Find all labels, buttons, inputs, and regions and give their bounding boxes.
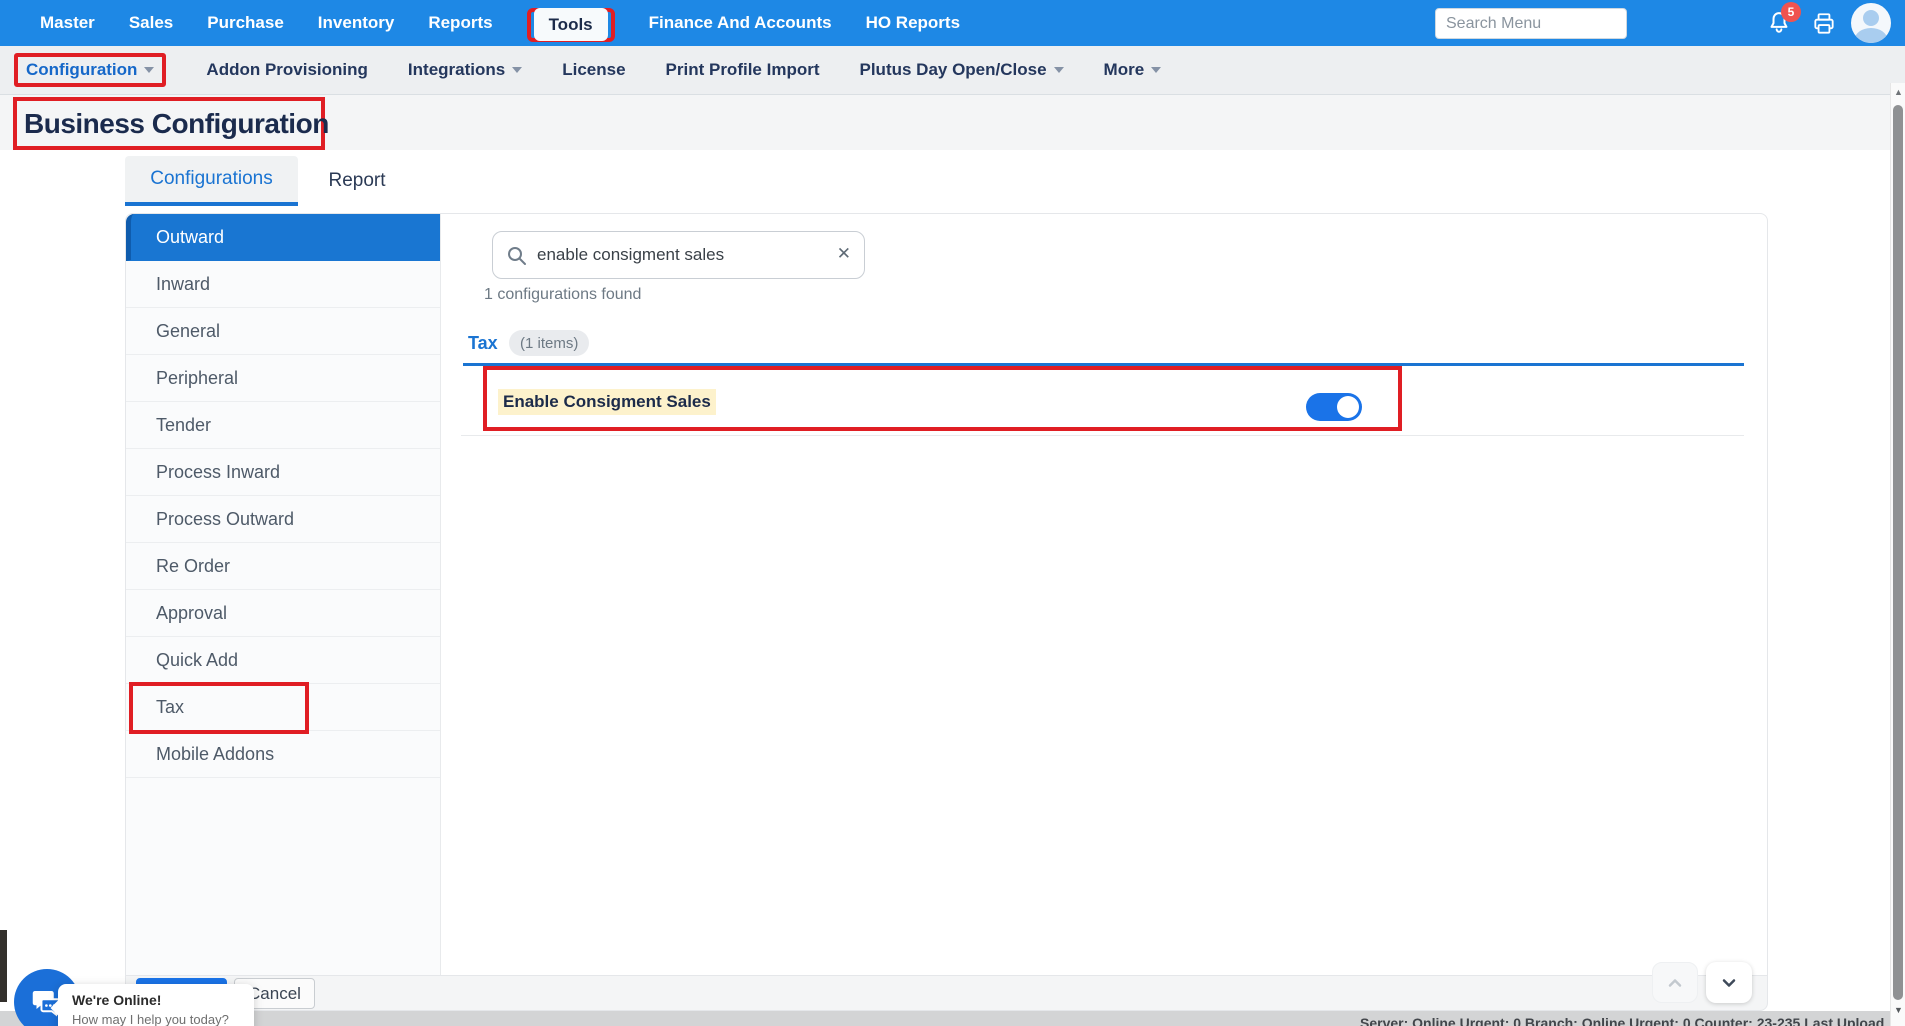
enable-consigment-sales-toggle[interactable]	[1306, 393, 1362, 421]
results-count-text: 1 configurations found	[484, 286, 642, 303]
nav-item-finance-and-accounts[interactable]: Finance And Accounts	[649, 13, 832, 33]
subnav-item-license[interactable]: License	[562, 60, 625, 80]
sidebar-item-label: Tax	[156, 697, 185, 717]
subnav-item-print-profile-import[interactable]: Print Profile Import	[666, 60, 820, 80]
configuration-search-box: ✕	[492, 231, 865, 279]
nav-item-sales[interactable]: Sales	[129, 13, 173, 33]
sidebar-item-tax[interactable]: Tax	[126, 682, 440, 734]
subnav-item-label: Integrations	[407, 60, 506, 79]
toggle-knob	[1337, 396, 1359, 418]
configuration-sidebar: Outward Inward General Peripheral Tender…	[126, 214, 441, 975]
scrollbar-up-arrow-icon[interactable]: ▲	[1891, 87, 1905, 97]
setting-label-enable-consigment-sales: Enable Consigment Sales	[498, 389, 716, 415]
sidebar-item-process-outward[interactable]: Process Outward	[126, 496, 440, 543]
row-divider	[461, 435, 1744, 436]
card-footer-bar: Save Cancel	[125, 975, 1768, 1011]
subnav-item-configuration[interactable]: Configuration	[26, 60, 155, 80]
screen-edge-artifact	[0, 930, 7, 1002]
top-nav-right: 5	[1435, 0, 1905, 46]
section-title-tax: Tax	[468, 333, 498, 353]
subnav-item-label: More	[1103, 60, 1145, 79]
status-bar-text: Server: Online Urgent: 0 Branch: Online …	[1360, 1015, 1885, 1026]
tab-report[interactable]: Report	[298, 156, 416, 206]
chevron-down-icon	[144, 67, 155, 73]
annotation-box-setting-row: Enable Consigment Sales	[483, 366, 1402, 431]
sidebar-item-mobile-addons[interactable]: Mobile Addons	[126, 731, 440, 778]
subnav-item-label: Print Profile Import	[665, 60, 820, 79]
chevron-down-icon	[1053, 67, 1064, 73]
chat-help-text: How may I help you today?	[72, 1012, 229, 1026]
notification-bell-icon[interactable]: 5	[1765, 2, 1801, 39]
nav-item-master[interactable]: Master	[40, 13, 95, 33]
avatar-head-shape	[1863, 10, 1879, 26]
avatar-body-shape	[1855, 28, 1887, 43]
user-avatar[interactable]	[1851, 3, 1891, 43]
top-navbar: Master Sales Purchase Inventory Reports …	[0, 0, 1905, 46]
configuration-card: Outward Inward General Peripheral Tender…	[125, 213, 1768, 975]
notification-count-badge: 5	[1781, 2, 1801, 22]
chat-status-text: We're Online!	[72, 992, 162, 1008]
subnav-item-more[interactable]: More	[1104, 60, 1162, 80]
sidebar-item-inward[interactable]: Inward	[126, 261, 440, 308]
annotation-box-title: Business Configuration	[13, 97, 329, 150]
annotation-box-tools: Tools	[526, 7, 615, 42]
scrollbar-thumb[interactable]	[1893, 105, 1903, 1000]
page-title: Business Configuration	[24, 107, 329, 139]
subnav-item-plutus-day-open-close[interactable]: Plutus Day Open/Close	[860, 60, 1064, 80]
nav-item-reports[interactable]: Reports	[428, 13, 492, 33]
nav-item-tools[interactable]: Tools	[533, 7, 608, 41]
top-nav-items: Master Sales Purchase Inventory Reports …	[40, 0, 960, 46]
tab-configurations[interactable]: Configurations	[125, 156, 298, 206]
sidebar-item-tender[interactable]: Tender	[126, 402, 440, 449]
chevron-down-icon	[512, 67, 523, 73]
chat-greeting-tooltip[interactable]: We're Online! How may I help you today?	[50, 984, 254, 1026]
app-window: Master Sales Purchase Inventory Reports …	[0, 0, 1905, 1026]
clear-search-icon[interactable]: ✕	[837, 244, 851, 264]
subnav-item-label: License	[562, 60, 626, 79]
sidebar-item-peripheral[interactable]: Peripheral	[126, 355, 440, 402]
chevron-up-icon	[1668, 978, 1682, 987]
scrollbar-down-arrow-icon[interactable]: ▼	[1891, 1005, 1905, 1015]
section-items-badge: (1 items)	[509, 330, 590, 356]
sidebar-item-general[interactable]: General	[126, 308, 440, 355]
subnav-item-integrations[interactable]: Integrations	[407, 60, 523, 80]
sidebar-item-process-inward[interactable]: Process Inward	[126, 449, 440, 496]
search-menu-input[interactable]	[1435, 8, 1627, 39]
scroll-to-top-button[interactable]	[1652, 962, 1698, 1003]
scroll-to-bottom-button[interactable]	[1706, 962, 1752, 1003]
sidebar-item-approval[interactable]: Approval	[126, 590, 440, 637]
tab-bar: Configurations Report	[125, 156, 416, 206]
nav-item-ho-reports[interactable]: HO Reports	[866, 13, 960, 33]
printer-icon[interactable]	[1811, 11, 1837, 37]
chevron-down-icon	[1151, 67, 1162, 73]
sidebar-item-quick-add[interactable]: Quick Add	[126, 637, 440, 684]
search-icon	[508, 247, 526, 265]
chevron-down-icon	[1722, 978, 1736, 987]
nav-item-purchase[interactable]: Purchase	[207, 13, 284, 33]
subnav-item-label: Addon Provisioning	[206, 60, 368, 79]
vertical-scrollbar[interactable]: ▲ ▼	[1890, 83, 1905, 1026]
configuration-search-input[interactable]	[537, 233, 817, 277]
nav-item-inventory[interactable]: Inventory	[318, 13, 395, 33]
status-bar: Server: Online Urgent: 0 Branch: Online …	[0, 1011, 1890, 1026]
sidebar-item-re-order[interactable]: Re Order	[126, 543, 440, 590]
sidebar-item-outward[interactable]: Outward	[126, 214, 440, 261]
subnav-item-label: Plutus Day Open/Close	[859, 60, 1047, 79]
sub-navbar: Configuration Addon Provisioning Integra…	[0, 46, 1905, 95]
subnav-item-addon-provisioning[interactable]: Addon Provisioning	[206, 60, 368, 80]
subnav-item-label: Configuration	[26, 60, 138, 79]
annotation-box-configuration: Configuration	[14, 53, 167, 87]
